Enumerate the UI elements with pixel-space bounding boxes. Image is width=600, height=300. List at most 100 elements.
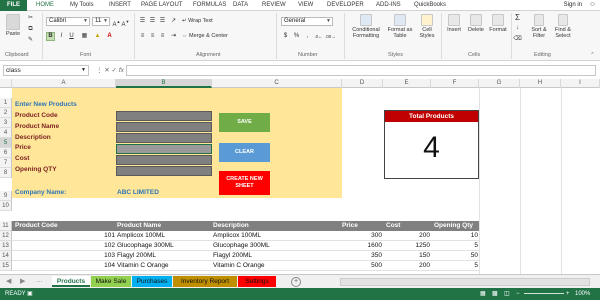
sign-in-link[interactable]: Sign in — [564, 0, 582, 11]
macro-record-icon[interactable]: ▣ — [27, 288, 33, 300]
insert-cells-button[interactable]: Insert — [444, 14, 464, 33]
cost-input[interactable] — [116, 155, 212, 165]
row-header[interactable]: 7 — [0, 158, 12, 168]
horizontal-scrollbar[interactable] — [340, 278, 590, 286]
column-header[interactable]: E — [383, 79, 431, 88]
tab-add-ins[interactable]: ADD-INS — [376, 0, 401, 11]
increase-decimal-icon[interactable]: .0← — [314, 32, 323, 41]
format-cells-button[interactable]: Format — [488, 14, 508, 33]
zoom-level[interactable]: 100% — [575, 288, 590, 300]
align-top-icon[interactable]: ☰ — [138, 17, 147, 26]
zoom-out-icon[interactable]: − — [516, 288, 520, 300]
format-as-table-button[interactable]: Format as Table — [386, 14, 414, 39]
row-header[interactable]: 8 — [0, 168, 12, 178]
product-name-input[interactable] — [116, 122, 212, 132]
tab-developer[interactable]: DEVELOPER — [327, 0, 364, 11]
cut-icon[interactable]: ✂ — [26, 14, 35, 23]
align-center-icon[interactable]: ≡ — [148, 32, 157, 41]
sheet-tab-products[interactable]: Products — [52, 276, 90, 287]
increase-font-icon[interactable]: A▲ — [112, 17, 121, 28]
row-header[interactable]: 6 — [0, 148, 12, 158]
row-header[interactable]: 13 — [0, 241, 12, 251]
scroll-right-icon[interactable]: ▶ — [20, 277, 25, 285]
font-name-combo[interactable]: Calibri ▼ — [46, 17, 90, 26]
scroll-left-icon[interactable]: ◀ — [6, 277, 11, 285]
more-sheets-icon[interactable]: … — [36, 277, 43, 284]
align-bottom-icon[interactable]: ☰ — [158, 17, 167, 26]
tab-home[interactable]: HOME — [36, 0, 54, 11]
wrap-text-button[interactable]: ↵ Wrap Text — [182, 18, 213, 25]
fill-icon[interactable]: ↓ — [513, 24, 522, 33]
sheet-tab-settings[interactable]: Settings — [238, 276, 276, 287]
column-header[interactable]: H — [520, 79, 561, 88]
tab-quickbooks[interactable]: QuickBooks — [414, 0, 446, 11]
clear-button[interactable]: CLEAR — [219, 143, 270, 162]
create-new-sheet-button[interactable]: CREATE NEW SHEET — [219, 171, 270, 195]
tab-review[interactable]: REVIEW — [262, 0, 286, 11]
conditional-formatting-button[interactable]: Conditional Formatting — [350, 14, 382, 39]
tab-insert[interactable]: INSERT — [109, 0, 131, 11]
product-code-input[interactable] — [116, 111, 212, 121]
row-header[interactable]: 3 — [0, 118, 12, 128]
autosum-icon[interactable]: Σ — [513, 13, 522, 22]
tab-my-tools[interactable]: My Tools — [70, 0, 94, 11]
borders-icon[interactable]: ▦ — [80, 32, 89, 41]
paste-button[interactable]: Paste — [3, 14, 23, 37]
add-sheet-icon[interactable]: + — [291, 277, 301, 287]
font-size-combo[interactable]: 11 ▼ — [92, 17, 110, 26]
row-header[interactable]: 11 — [0, 221, 12, 231]
sheet-tab-inventory-report[interactable]: Inventory Report — [173, 276, 237, 287]
column-header[interactable]: D — [342, 79, 383, 88]
view-page-break-icon[interactable]: ◫ — [504, 288, 510, 300]
cell-styles-button[interactable]: Cell Styles — [416, 14, 438, 39]
delete-cells-button[interactable]: Delete — [466, 14, 486, 33]
currency-icon[interactable]: $ — [281, 32, 290, 41]
row-header[interactable]: 15 — [0, 261, 12, 271]
row-header[interactable]: 4 — [0, 128, 12, 138]
fill-color-icon[interactable]: ▲ — [93, 32, 102, 41]
format-painter-icon[interactable]: ✎ — [26, 36, 35, 45]
merge-center-button[interactable]: ⇔ Merge & Center — [182, 33, 228, 40]
comma-style-icon[interactable]: , — [303, 32, 312, 41]
worksheet-grid[interactable]: A B C D E F G H I 1 2 3 4 5 6 7 8 9 10 1… — [0, 79, 600, 274]
tab-data[interactable]: DATA — [233, 0, 248, 11]
column-header[interactable]: C — [212, 79, 342, 88]
save-button[interactable]: SAVE — [219, 113, 270, 132]
column-header[interactable]: A — [12, 79, 116, 88]
underline-button[interactable]: U — [67, 32, 76, 41]
fx-icon[interactable]: ⋮ ✕ ✓ fx — [96, 65, 126, 76]
orientation-icon[interactable]: ↗ — [169, 17, 178, 26]
bold-button[interactable]: B — [46, 32, 55, 41]
decrease-decimal-icon[interactable]: .00→ — [325, 32, 336, 41]
formula-input[interactable] — [126, 65, 596, 76]
font-color-icon[interactable]: A — [105, 32, 114, 41]
name-box[interactable]: class ▼ — [3, 65, 89, 76]
italic-button[interactable]: I — [57, 32, 66, 41]
column-header[interactable]: B — [116, 79, 212, 88]
user-icon[interactable]: ☺ — [589, 1, 596, 8]
zoom-in-icon[interactable]: + — [566, 288, 570, 300]
description-input[interactable] — [116, 133, 212, 143]
row-header[interactable]: 9 — [0, 191, 12, 201]
align-left-icon[interactable]: ≡ — [138, 32, 147, 41]
view-normal-icon[interactable]: ▦ — [480, 288, 486, 300]
percent-icon[interactable]: % — [292, 32, 301, 41]
column-header[interactable]: F — [431, 79, 479, 88]
sheet-tab-purchases[interactable]: Purchases — [132, 276, 172, 287]
copy-icon[interactable]: ⧉ — [26, 25, 35, 34]
row-header[interactable]: 14 — [0, 251, 12, 261]
view-page-layout-icon[interactable]: ▩ — [492, 288, 498, 300]
opening-qty-input[interactable] — [116, 166, 212, 176]
collapse-ribbon-icon[interactable]: ⌃ — [588, 51, 597, 60]
tab-page-layout[interactable]: PAGE LAYOUT — [141, 0, 182, 11]
price-input[interactable] — [116, 144, 212, 154]
align-middle-icon[interactable]: ☰ — [148, 17, 157, 26]
row-header[interactable]: 2 — [0, 108, 12, 118]
select-all-corner[interactable] — [0, 79, 12, 88]
clear-icon[interactable]: ⌫ — [513, 35, 522, 44]
row-header[interactable]: 1 — [0, 98, 12, 108]
row-header[interactable]: 12 — [0, 231, 12, 241]
tab-file[interactable]: FILE — [0, 0, 27, 11]
decrease-font-icon[interactable]: A▼ — [121, 17, 130, 28]
indent-icon[interactable]: ⇥ — [169, 32, 178, 41]
